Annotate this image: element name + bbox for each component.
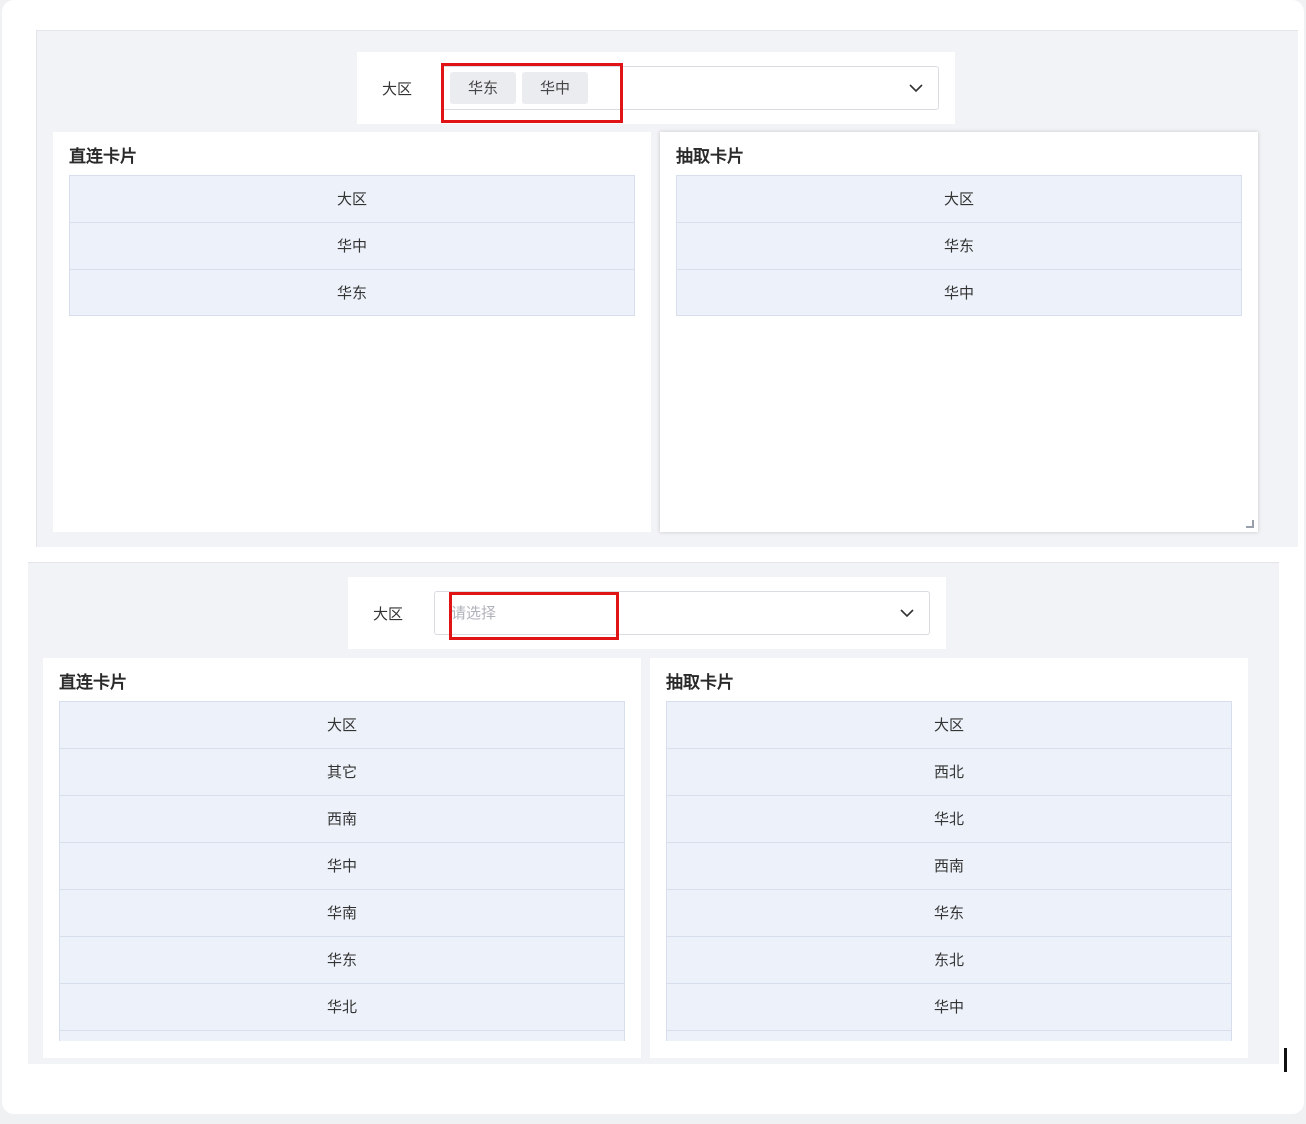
table-row: 西南 xyxy=(59,795,625,842)
card-title: 直连卡片 xyxy=(69,147,137,167)
table-row: 华东 xyxy=(666,889,1232,936)
table-row: 其它 xyxy=(59,748,625,795)
table-row: 华北 xyxy=(59,983,625,1030)
table-row: 华东 xyxy=(59,936,625,983)
table-row: 华中 xyxy=(676,269,1242,316)
highlight-box xyxy=(449,592,619,640)
chevron-down-icon[interactable] xyxy=(908,80,924,96)
data-table: 大区 其它 西南 华中 华南 华东 华北 xyxy=(59,701,625,1041)
filter-label: 大区 xyxy=(373,605,404,623)
filter-label: 大区 xyxy=(382,80,413,98)
highlight-box xyxy=(441,63,623,123)
direct-card: 直连卡片 大区 华中 华东 xyxy=(53,132,651,532)
table-row: 华北 xyxy=(666,795,1232,842)
table-row: 华中 xyxy=(666,983,1232,1030)
table-row xyxy=(666,1030,1232,1041)
table-row: 华中 xyxy=(59,842,625,889)
table-row: 华东 xyxy=(676,222,1242,269)
table-row: 华东 xyxy=(69,269,635,316)
data-table: 大区 华中 华东 xyxy=(69,175,635,316)
dashboard-bottom: 大区 请选择 直连卡片 大区 其它 西南 华中 华南 华东 华北 抽取卡片 大区… xyxy=(28,562,1279,1064)
data-table: 大区 华东 华中 xyxy=(676,175,1242,316)
table-row: 华南 xyxy=(59,889,625,936)
direct-card: 直连卡片 大区 其它 西南 华中 华南 华东 华北 xyxy=(43,658,641,1058)
card-title: 抽取卡片 xyxy=(666,673,734,693)
text-cursor-icon xyxy=(1284,1048,1287,1072)
extract-card: 抽取卡片 大区 华东 华中 xyxy=(660,132,1258,532)
table-header: 大区 xyxy=(69,175,635,222)
resize-corner-icon[interactable] xyxy=(1246,520,1254,528)
region-filter: 大区 请选择 xyxy=(348,577,946,649)
table-header: 大区 xyxy=(676,175,1242,222)
dashboard-top: 大区 华东 华中 直连卡片 大区 华中 华东 抽取卡片 大区 华东 华中 xyxy=(36,30,1298,547)
table-row: 东北 xyxy=(666,936,1232,983)
table-header: 大区 xyxy=(666,701,1232,748)
table-row: 西南 xyxy=(666,842,1232,889)
table-row: 华中 xyxy=(69,222,635,269)
chevron-down-icon[interactable] xyxy=(899,605,915,621)
table-row xyxy=(59,1030,625,1041)
card-title: 抽取卡片 xyxy=(676,147,744,167)
data-table: 大区 西北 华北 西南 华东 东北 华中 xyxy=(666,701,1232,1041)
card-title: 直连卡片 xyxy=(59,673,127,693)
table-row: 西北 xyxy=(666,748,1232,795)
table-header: 大区 xyxy=(59,701,625,748)
extract-card: 抽取卡片 大区 西北 华北 西南 华东 东北 华中 xyxy=(650,658,1248,1058)
